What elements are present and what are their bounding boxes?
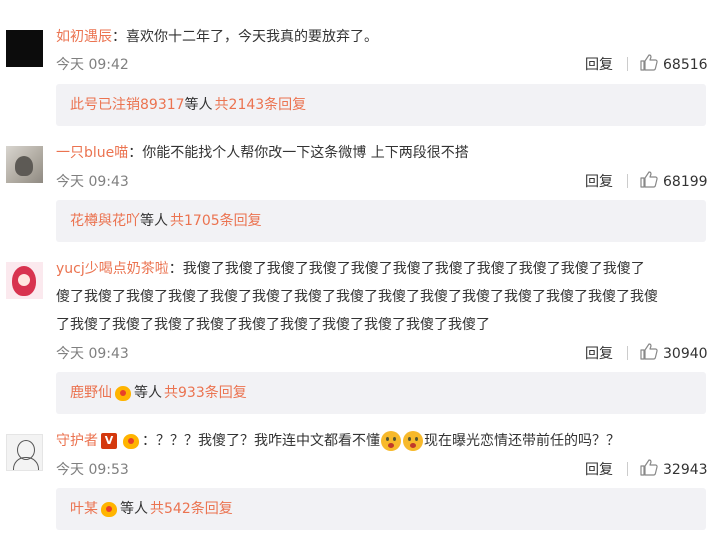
sub-reply-mid: 等人 — [134, 385, 162, 401]
avatar[interactable] — [6, 262, 43, 299]
avatar[interactable] — [6, 30, 43, 67]
verified-badge-icon: V — [101, 433, 117, 449]
vip-crown-icon — [114, 384, 132, 402]
divider — [627, 346, 628, 360]
comment-body: 如初遇辰：喜欢你十二年了，今天我真的要放弃了。 — [56, 23, 704, 51]
sub-reply-count[interactable]: 共933条回复 — [164, 383, 247, 403]
sub-reply-count[interactable]: 共2143条回复 — [215, 95, 307, 115]
sub-reply-user[interactable]: 花樽與花吖 — [70, 211, 140, 231]
divider — [627, 174, 628, 188]
comment-body: 守护者 V ：？？？我傻了？我咋连中文都看不懂 现在曝光恋情还带前任的吗？？ — [56, 427, 704, 455]
like-button[interactable]: 32943 — [640, 459, 708, 480]
like-button[interactable]: 30940 — [640, 343, 708, 364]
thumbs-up-icon — [640, 459, 663, 480]
divider — [627, 462, 628, 476]
sub-reply-count[interactable]: 共542条回复 — [150, 499, 233, 519]
astonished-face-icon — [403, 431, 423, 451]
username-link[interactable]: 一只blue喵 — [56, 145, 128, 161]
like-button[interactable]: 68199 — [640, 171, 708, 192]
timestamp: 今天 09:42 — [56, 57, 129, 73]
divider — [627, 57, 628, 71]
reply-button[interactable]: 回复 — [585, 343, 613, 363]
comment-body: yucj少喝点奶茶啦：我傻了我傻了我傻了我傻了我傻了我傻了我傻了我傻了我傻了我傻… — [56, 255, 704, 283]
comment-text-b: 现在曝光恋情还带前任的吗？？ — [424, 433, 620, 449]
sub-reply-summary[interactable]: 叶某 等人 共542条回复 — [56, 488, 706, 530]
comment-text: ：喜欢你十二年了，今天我真的要放弃了。 — [112, 29, 378, 45]
timestamp: 今天 09:53 — [56, 462, 129, 478]
username-link[interactable]: 如初遇辰 — [56, 29, 112, 45]
thumbs-up-icon — [640, 54, 663, 75]
avatar[interactable] — [6, 434, 43, 471]
comment-body: 一只blue喵：你能不能找个人帮你改一下这条微博 上下两段很不搭 — [56, 139, 704, 167]
sub-reply-user[interactable]: 叶某 — [70, 499, 98, 519]
thumbs-up-icon — [640, 343, 663, 364]
comment-text-a: ：？？？我傻了？我咋连中文都看不懂 — [142, 433, 380, 449]
avatar[interactable] — [6, 146, 43, 183]
reply-button[interactable]: 回复 — [585, 54, 613, 74]
sub-reply-mid: 等人 — [140, 213, 168, 229]
username-link[interactable]: yucj少喝点奶茶啦 — [56, 261, 169, 277]
reply-button[interactable]: 回复 — [585, 459, 613, 479]
sub-reply-summary[interactable]: 鹿野仙 等人 共933条回复 — [56, 372, 706, 414]
sub-reply-summary[interactable]: 花樽與花吖 等人 共1705条回复 — [56, 200, 706, 242]
timestamp: 今天 09:43 — [56, 174, 129, 190]
vip-crown-icon — [100, 500, 118, 518]
sub-reply-user[interactable]: 此号已注销89317 — [70, 95, 185, 115]
comment-text: ：你能不能找个人帮你改一下这条微博 上下两段很不搭 — [128, 145, 469, 161]
vip-crown-icon — [122, 432, 140, 450]
like-button[interactable]: 68516 — [640, 54, 708, 75]
like-count: 32943 — [663, 461, 708, 478]
sub-reply-mid: 等人 — [120, 501, 148, 517]
comment-text-line-2: 傻了我傻了我傻了我傻了我傻了我傻了我傻了我傻了我傻了我傻了我傻了我傻了我傻了我傻… — [56, 289, 658, 305]
like-count: 68199 — [663, 173, 708, 190]
reply-button[interactable]: 回复 — [585, 171, 613, 191]
sub-reply-count[interactable]: 共1705条回复 — [170, 211, 262, 231]
sub-reply-summary[interactable]: 此号已注销89317 等人 共2143条回复 — [56, 84, 706, 126]
astonished-face-icon — [381, 431, 401, 451]
sub-reply-mid: 等人 — [184, 97, 213, 113]
sub-reply-user[interactable]: 鹿野仙 — [70, 383, 112, 403]
thumbs-up-icon — [640, 171, 663, 192]
username-link[interactable]: 守护者 — [56, 427, 98, 455]
comment-text-line-3: 了我傻了我傻了我傻了我傻了我傻了我傻了我傻了我傻了我傻了我傻了 — [56, 317, 490, 333]
timestamp: 今天 09:43 — [56, 346, 129, 362]
comment-text-line-1: ：我傻了我傻了我傻了我傻了我傻了我傻了我傻了我傻了我傻了我傻了我傻了 — [168, 261, 645, 277]
like-count: 68516 — [663, 56, 708, 73]
like-count: 30940 — [663, 345, 708, 362]
